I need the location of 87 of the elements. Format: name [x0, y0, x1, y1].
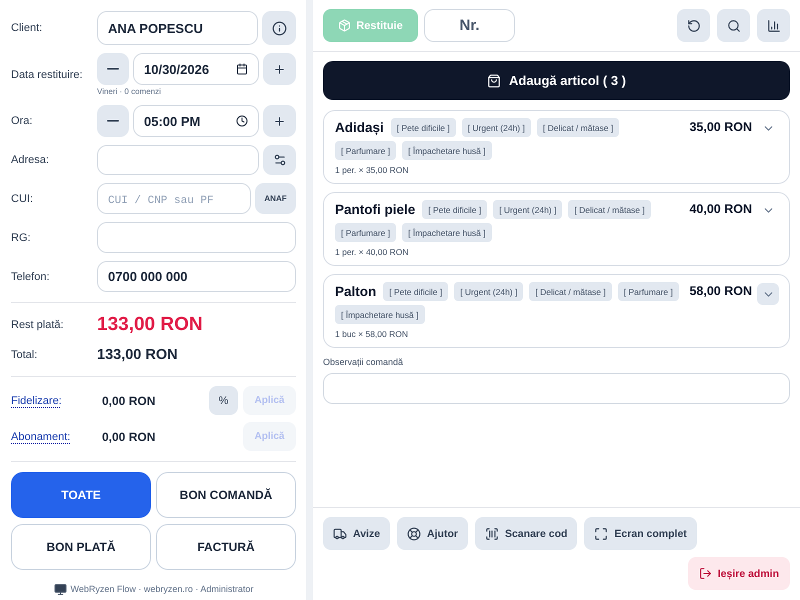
field-label: Ora:	[11, 115, 32, 127]
action-button[interactable]: Scanare cod	[474, 517, 578, 550]
lifebuoy-icon	[407, 526, 422, 540]
item-detail: 1 per. × 35,00 RON	[335, 165, 408, 175]
footer-text: WebRyzen Flow · webryzen.ro · Administrator	[70, 584, 254, 594]
action-button[interactable]: Ecran complet	[584, 517, 697, 550]
option-tag: [ Pete dificile ]	[383, 282, 448, 301]
option-tag: [ Împachetare husă ]	[335, 305, 424, 324]
search-icon	[726, 18, 740, 32]
calendar-icon	[236, 63, 248, 75]
option-tag: [ Împachetare husă ]	[402, 223, 492, 242]
item-price: 58,00 RON	[689, 283, 752, 300]
option-tag: [ Delicat / mătase ]	[529, 282, 612, 301]
client-field[interactable]: ANA POPESCU	[97, 11, 258, 45]
discount-amount: 0,00 RON	[102, 394, 156, 408]
anaf-button[interactable]: ANAF	[255, 183, 296, 214]
notes-label: Observații comandă	[323, 357, 404, 368]
field-label: CUI:	[11, 192, 33, 204]
field-label: Data restituire:	[11, 69, 83, 81]
add-item-button[interactable]: Adaugă articol ( 3 )	[323, 61, 790, 100]
minus-icon	[107, 68, 119, 70]
item-price: 40,00 RON	[689, 201, 752, 218]
phone-field[interactable]: 0700 000 000	[97, 261, 296, 292]
clock-icon	[236, 115, 248, 127]
item-detail: 1 buc × 58,00 RON	[335, 329, 408, 339]
option-tag: [ Delicat / mătase ]	[568, 200, 651, 219]
monitor-icon	[54, 582, 67, 596]
shopping-bag-icon	[486, 74, 501, 88]
chart-button[interactable]	[757, 9, 790, 42]
plus-icon	[273, 62, 286, 76]
barcode-scan-icon	[484, 526, 499, 540]
print-option-button[interactable]: BON COMANDĂ	[156, 472, 296, 518]
tax-id-field[interactable]: CUI / CNP sau PF	[97, 183, 251, 214]
option-tag: [ Pete dificile ]	[390, 118, 456, 137]
option-tag: [ Parfumare ]	[335, 223, 396, 242]
field-label: Telefon:	[11, 270, 50, 282]
item-detail: 1 per. × 40,00 RON	[335, 247, 408, 257]
item-name: Adidași	[335, 119, 384, 137]
option-tag: [ Delicat / mătase ]	[536, 118, 620, 137]
option-tag: [ Pete dificile ]	[422, 200, 488, 219]
field-label: Total:	[11, 349, 38, 361]
expand-button[interactable]	[757, 283, 779, 305]
truck-icon	[333, 526, 347, 540]
field-label: Rest plată:	[11, 319, 64, 331]
print-option-button[interactable]: FACTURĂ	[156, 524, 296, 570]
number-field[interactable]: Nr.	[424, 9, 515, 42]
address-field[interactable]	[97, 145, 259, 175]
action-button[interactable]: Ajutor	[397, 517, 468, 550]
bar-chart-icon	[766, 18, 780, 32]
sliders-icon	[272, 153, 286, 167]
logout-button[interactable]: Ieșire admin	[688, 557, 790, 590]
option-tag: [ Parfumare ]	[618, 282, 679, 301]
fullscreen-icon	[594, 526, 608, 540]
field-label: RG:	[11, 232, 31, 244]
option-tag: [ Împachetare husă ]	[402, 141, 492, 160]
amount-due: 133,00 RON	[97, 314, 203, 336]
notes-field[interactable]	[323, 373, 790, 404]
print-option-button[interactable]: TOATE	[11, 472, 151, 518]
reset-button[interactable]	[677, 9, 710, 42]
date-hint: Vineri · 0 comenzi	[97, 87, 161, 97]
field-label: Client:	[11, 22, 42, 34]
box-icon	[338, 19, 352, 32]
print-option-button[interactable]: BON PLATĂ	[11, 524, 151, 570]
info-button[interactable]	[262, 11, 296, 45]
discount-amount: 0,00 RON	[102, 430, 156, 444]
circular-arrow-icon	[686, 18, 700, 32]
plus-icon	[273, 114, 286, 128]
total-amount: 133,00 RON	[97, 347, 178, 363]
option-tag: [ Parfumare ]	[335, 141, 396, 160]
decrement-button[interactable]	[97, 53, 129, 85]
option-tag: [ Urgent (24h) ]	[454, 282, 524, 301]
time-field[interactable]: 05:00 PM	[133, 105, 259, 137]
search-button[interactable]	[717, 9, 750, 42]
item-name: Pantofi piele	[335, 201, 416, 219]
options-button[interactable]	[263, 145, 296, 175]
item-name: Palton	[335, 283, 376, 301]
item-price: 35,00 RON	[689, 119, 752, 136]
option-tag: [ Urgent (24h) ]	[493, 200, 562, 219]
minus-icon	[107, 120, 119, 122]
info-icon	[272, 20, 286, 36]
registry-field[interactable]	[97, 222, 296, 253]
field-label: Adresa:	[11, 154, 49, 166]
decrement-button[interactable]	[97, 105, 129, 137]
date-field[interactable]: 10/30/2026	[133, 53, 259, 85]
option-tag: [ Urgent (24h) ]	[462, 118, 531, 137]
logout-icon	[698, 567, 712, 580]
action-button[interactable]: Avize	[323, 517, 390, 550]
